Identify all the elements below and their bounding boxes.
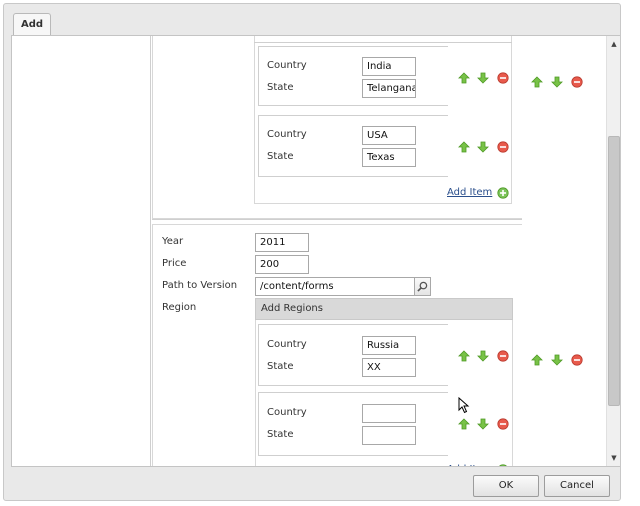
region-item: Country State: [258, 392, 448, 456]
arrow-down-icon[interactable]: [477, 350, 489, 362]
path-label: Path to Version: [162, 280, 238, 291]
ok-button[interactable]: OK: [473, 475, 539, 497]
tab-add[interactable]: Add: [13, 13, 51, 35]
region-label: Region: [162, 302, 197, 313]
arrow-up-icon[interactable]: [458, 350, 470, 362]
arrow-down-icon[interactable]: [551, 354, 563, 366]
remove-icon[interactable]: [571, 354, 583, 366]
add-icon[interactable]: [497, 464, 509, 466]
year-field[interactable]: 2011: [255, 233, 309, 252]
scroll-thumb[interactable]: [608, 136, 620, 406]
multifield-item-top: [152, 36, 522, 219]
cancel-button[interactable]: Cancel: [544, 475, 610, 497]
price-label: Price: [162, 258, 187, 269]
remove-icon[interactable]: [497, 418, 509, 430]
scroll-up-icon[interactable]: ▲: [607, 38, 620, 50]
arrow-up-icon[interactable]: [458, 418, 470, 430]
scroll-down-icon[interactable]: ▼: [607, 452, 620, 464]
form-pane: Country India State Telangana Country US…: [152, 36, 607, 466]
arrow-down-icon[interactable]: [477, 418, 489, 430]
state-field[interactable]: XX: [362, 358, 416, 377]
vertical-scrollbar[interactable]: ▲ ▼: [606, 36, 620, 466]
arrow-down-icon[interactable]: [551, 76, 563, 88]
arrow-up-icon[interactable]: [531, 76, 543, 88]
item-separator: [152, 219, 522, 220]
path-field[interactable]: /content/forms: [255, 277, 415, 296]
country-field[interactable]: [362, 404, 416, 423]
price-field[interactable]: 200: [255, 255, 309, 274]
search-icon: [417, 281, 428, 292]
country-field[interactable]: Russia: [362, 336, 416, 355]
arrow-up-icon[interactable]: [531, 354, 543, 366]
dialog-content: Country India State Telangana Country US…: [11, 35, 620, 467]
region-item: Country Russia State XX: [258, 324, 448, 386]
remove-icon[interactable]: [497, 350, 509, 362]
mouse-cursor-icon: [458, 397, 470, 414]
path-browse-button[interactable]: [414, 277, 431, 296]
add-regions-header: Add Regions: [255, 298, 513, 320]
country-label: Country: [267, 407, 307, 418]
state-label: State: [267, 361, 294, 372]
year-label: Year: [162, 236, 184, 247]
add-dialog: Add Country India State Telangana Countr…: [3, 3, 621, 501]
add-item-link[interactable]: Add Item: [447, 464, 492, 466]
state-label: State: [267, 429, 294, 440]
left-pane: [12, 36, 151, 466]
remove-icon[interactable]: [571, 76, 583, 88]
country-label: Country: [267, 339, 307, 350]
state-field[interactable]: [362, 426, 416, 445]
